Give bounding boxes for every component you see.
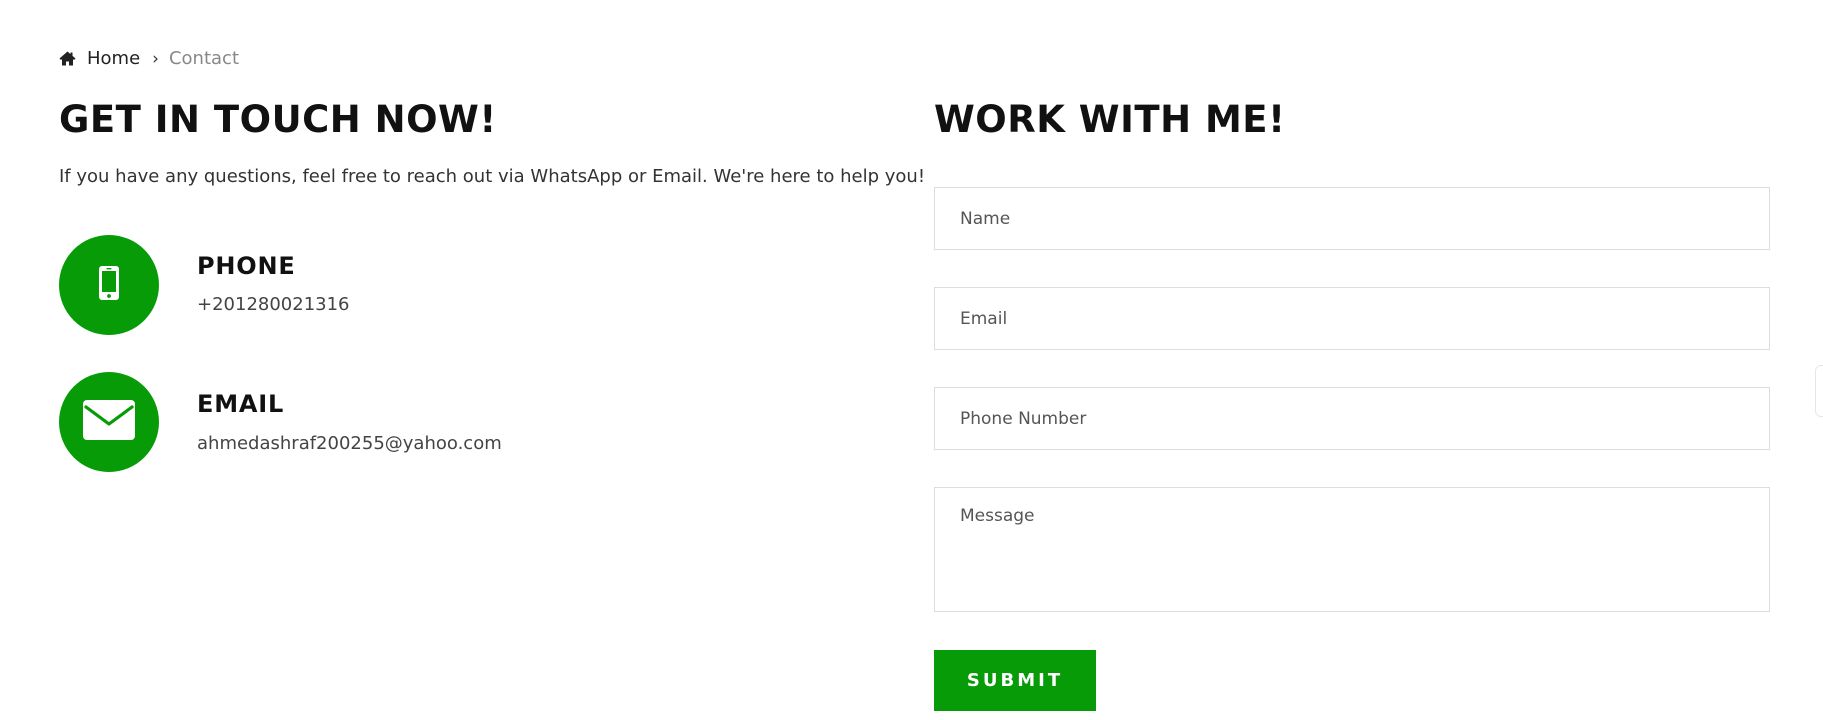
breadcrumb: Home › Contact (59, 46, 239, 70)
breadcrumb-home-link[interactable]: Home (87, 48, 140, 69)
name-input[interactable] (934, 187, 1770, 250)
get-in-touch-heading: GET IN TOUCH NOW! (59, 98, 497, 141)
email-input[interactable] (934, 287, 1770, 350)
contact-page: Home › Contact GET IN TOUCH NOW! If you … (0, 0, 1823, 720)
email-text: EMAIL ahmedashraf200255@yahoo.com (197, 372, 502, 456)
email-icon-circle (59, 372, 159, 472)
phone-label: PHONE (197, 252, 296, 280)
submit-button[interactable]: SUBMIT (934, 650, 1096, 711)
home-icon[interactable] (59, 51, 76, 66)
breadcrumb-separator: › (152, 49, 159, 69)
phone-icon-circle (59, 235, 159, 335)
email-value[interactable]: ahmedashraf200255@yahoo.com (197, 432, 502, 456)
message-textarea[interactable] (934, 487, 1770, 612)
email-contact-item: EMAIL ahmedashraf200255@yahoo.com (59, 372, 502, 472)
phone-value[interactable]: +201280021316 (197, 293, 350, 317)
phone-text: PHONE +201280021316 (197, 235, 350, 317)
mobile-phone-icon (98, 265, 120, 305)
side-edge-tab[interactable] (1815, 365, 1823, 417)
breadcrumb-current: Contact (168, 47, 239, 69)
phone-contact-item: PHONE +201280021316 (59, 235, 350, 335)
envelope-icon (83, 400, 135, 444)
work-with-me-heading: WORK WITH ME! (934, 98, 1286, 141)
phone-number-input[interactable] (934, 387, 1770, 450)
intro-text: If you have any questions, feel free to … (59, 166, 926, 187)
email-label: EMAIL (197, 390, 285, 418)
